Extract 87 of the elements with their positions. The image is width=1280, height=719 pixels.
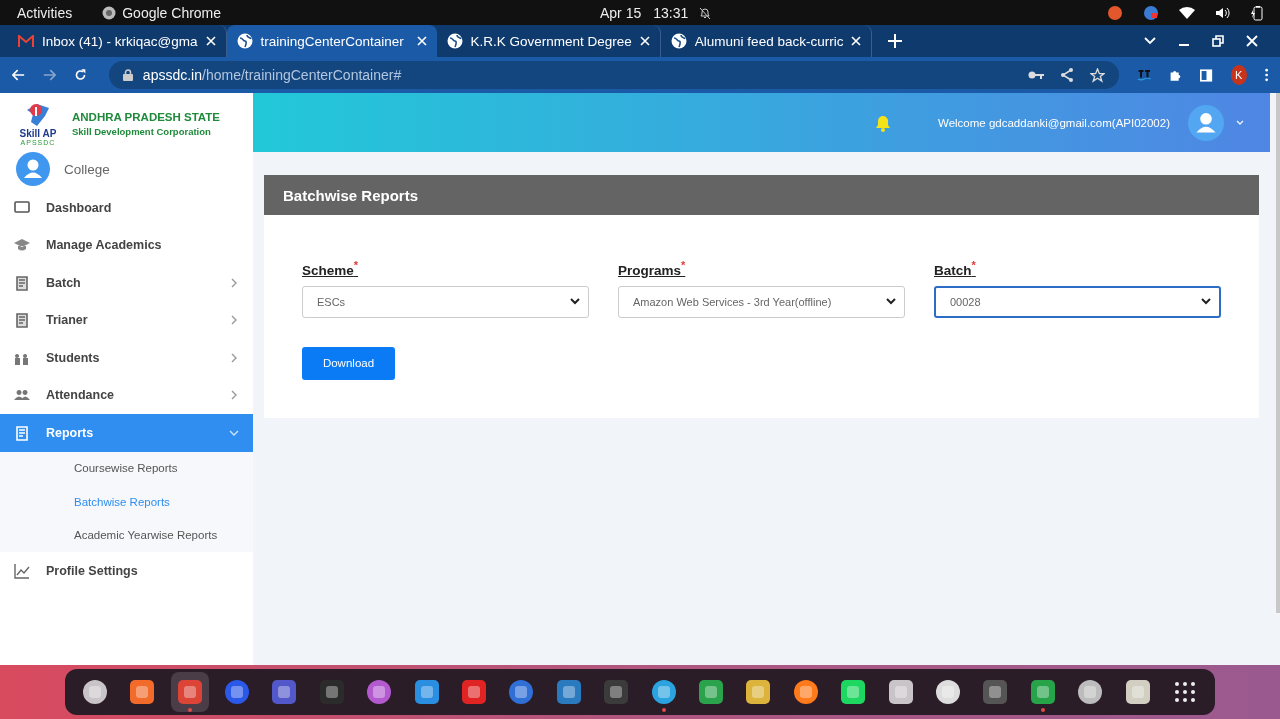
- app-icon: [839, 678, 868, 706]
- field-label: Batch$^{*}$: [934, 259, 977, 278]
- app-icon: [744, 678, 773, 706]
- tray-icon[interactable]: [1107, 4, 1123, 21]
- reload-icon[interactable]: [73, 67, 87, 83]
- profile-button[interactable]: K: [1230, 65, 1247, 85]
- time: 13:31: [653, 4, 689, 21]
- download-button[interactable]: Download: [302, 346, 395, 380]
- forward-icon[interactable]: [42, 68, 56, 82]
- globe-icon: [446, 33, 463, 49]
- chrome-icon: [102, 5, 117, 20]
- chevron-down-icon: [570, 298, 580, 305]
- sidebar-item[interactable]: Attendance: [0, 376, 253, 414]
- user-avatar-icon[interactable]: [1188, 104, 1224, 141]
- globe-icon: [670, 33, 687, 49]
- app-icon: [175, 678, 204, 706]
- user-avatar-icon: [16, 152, 50, 186]
- select-field[interactable]: ESCs: [302, 285, 589, 318]
- restore-icon[interactable]: [1212, 35, 1224, 47]
- sidebar-item[interactable]: Profile Settings: [0, 552, 253, 590]
- app-icon: [934, 678, 962, 706]
- select-field[interactable]: 00028: [934, 285, 1221, 318]
- activities-button[interactable]: Activities: [17, 4, 73, 21]
- extension-icon[interactable]: [1136, 68, 1152, 82]
- battery-icon[interactable]: [1251, 4, 1263, 21]
- clock[interactable]: Apr 15 13:31: [600, 4, 689, 21]
- close-icon[interactable]: [416, 36, 427, 46]
- sidebar-item[interactable]: Trianer: [0, 301, 253, 339]
- browser-tab[interactable]: trainingCenterContainer: [226, 25, 437, 57]
- sidebar-item[interactable]: Manage Academics: [0, 226, 253, 264]
- app-icon: [317, 678, 346, 706]
- volume-icon[interactable]: [1215, 5, 1231, 20]
- side-panel-icon[interactable]: [1200, 67, 1213, 83]
- star-icon[interactable]: [1089, 67, 1105, 83]
- close-icon[interactable]: [851, 36, 862, 46]
- nav-icon: [14, 274, 30, 291]
- sidebar-item[interactable]: Dashboard: [0, 189, 253, 227]
- app-icon: [886, 678, 915, 706]
- brand-subtitle: Skill Development Corporation: [72, 126, 212, 137]
- tray-icon[interactable]: [1143, 4, 1159, 21]
- card-title: Batchwise Reports: [264, 175, 1259, 215]
- back-icon[interactable]: [12, 68, 25, 82]
- app-icon: [602, 678, 631, 706]
- share-icon[interactable]: [1059, 68, 1074, 82]
- app-launcher[interactable]: [170, 672, 209, 712]
- nav-icon: [14, 199, 30, 216]
- lock-icon: [122, 69, 133, 81]
- bell-off-icon: [698, 5, 712, 20]
- tab-search-icon[interactable]: [1144, 37, 1156, 45]
- globe-icon: [236, 33, 253, 49]
- app-icon: [459, 678, 488, 706]
- nav-icon: [14, 562, 30, 579]
- key-icon[interactable]: [1027, 70, 1044, 80]
- user-role: College: [64, 161, 110, 177]
- app-icon: [1123, 678, 1152, 706]
- app-icon: [412, 678, 441, 706]
- select-field[interactable]: Amazon Web Services - 3rd Year(offline): [618, 285, 905, 318]
- app-icon: [128, 678, 157, 706]
- app-icon: [981, 678, 1010, 706]
- field-label: Scheme$^{*}$: [302, 259, 360, 278]
- close-icon[interactable]: [639, 36, 650, 46]
- sidebar-subitem[interactable]: Coursewise Reports: [0, 451, 253, 485]
- chevron-down-icon: [1201, 298, 1211, 305]
- wifi-icon[interactable]: [1179, 5, 1195, 20]
- welcome-text: Welcome gdcaddanki@gmail.com(API02002): [938, 116, 1170, 129]
- address-bar[interactable]: apssdc.in/home/trainingCenterContainer#: [108, 61, 1119, 89]
- app-grid-icon: [1173, 680, 1198, 704]
- close-icon[interactable]: [1246, 35, 1258, 47]
- nav-icon: [14, 312, 30, 329]
- close-icon[interactable]: [205, 36, 216, 46]
- new-tab-icon[interactable]: [888, 34, 903, 48]
- nav-icon: [14, 424, 30, 441]
- brand-title: ANDHRA PRADESH STATE: [72, 111, 220, 123]
- app-menu[interactable]: Google Chrome: [102, 4, 222, 21]
- app-icon: [1028, 678, 1057, 706]
- mail-icon: [18, 35, 34, 47]
- app-icon: [554, 678, 583, 706]
- field-label: Programs$^{*}$: [618, 259, 687, 278]
- sidebar-item[interactable]: Batch: [0, 264, 253, 302]
- sidebar-subitem[interactable]: Academic Yearwise Reports: [0, 518, 253, 552]
- menu-icon[interactable]: [1264, 67, 1268, 83]
- app-icon: [270, 678, 299, 706]
- chevron-down-icon: [886, 298, 896, 305]
- app-icon: [697, 678, 725, 706]
- date: Apr 15: [600, 4, 642, 21]
- caret-icon[interactable]: [1236, 119, 1244, 126]
- sidebar-item[interactable]: Students: [0, 339, 253, 377]
